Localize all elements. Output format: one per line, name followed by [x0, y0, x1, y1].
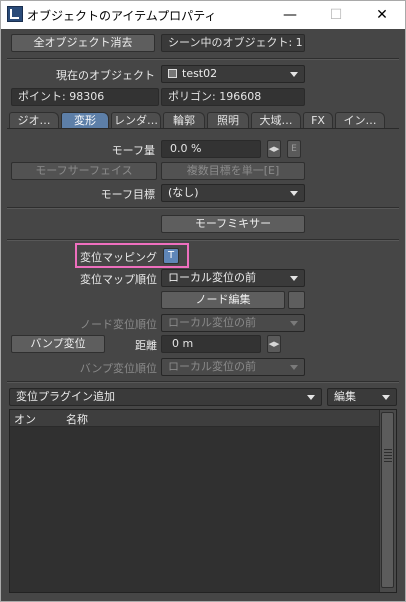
bump-displacement-button[interactable]: バンプ変位: [11, 335, 105, 353]
chevron-down-icon: [290, 365, 298, 370]
grip-line: [384, 449, 392, 450]
node-displacement-order-dropdown[interactable]: ローカル変位の前: [161, 314, 305, 332]
morph-surface-button[interactable]: モーフサーフェイス: [11, 162, 157, 180]
displacement-map-order-dropdown[interactable]: ローカル変位の前: [161, 269, 305, 287]
properties-window: オブジェクトのアイテムプロパティ — ☐ ✕ 全オブジェクト消去 シーン中のオブ…: [0, 0, 406, 602]
separator: [7, 207, 399, 209]
displacement-map-order-value: ローカル変位の前: [168, 271, 256, 284]
morph-amount-spinner[interactable]: ◀▶: [267, 140, 281, 158]
grip-line: [384, 461, 392, 462]
node-displacement-order-value: ローカル変位の前: [168, 316, 256, 329]
separator: [7, 381, 399, 383]
separator: [7, 58, 399, 60]
bump-displacement-order-value: ローカル変位の前: [168, 360, 256, 373]
chevron-down-icon: [290, 276, 298, 281]
tab-edges[interactable]: 輪郭: [163, 112, 205, 128]
tab-lights[interactable]: 照明: [207, 112, 249, 128]
object-icon: [168, 69, 177, 78]
edit-plugin-dropdown[interactable]: 編集: [327, 388, 397, 406]
chevron-down-icon: [290, 191, 298, 196]
morph-mixer-button[interactable]: モーフミキサー: [161, 215, 305, 233]
distance-spinner[interactable]: ◀▶: [267, 335, 281, 353]
displacement-map-order-label: 変位マップ順位: [80, 273, 157, 286]
node-enable-checkbox[interactable]: [288, 291, 305, 309]
separator: [7, 239, 399, 241]
multi-target-single-button[interactable]: 複数目標を単一[E]: [161, 162, 305, 180]
tab-global[interactable]: 大域…: [251, 112, 301, 128]
distance-label: 距離: [135, 339, 157, 352]
current-object-dropdown[interactable]: test02: [161, 65, 305, 83]
tab-geometry[interactable]: ジオ…: [9, 112, 59, 128]
displacement-mapping-label: 変位マッピング: [80, 251, 157, 264]
chevron-down-icon: [290, 321, 298, 326]
morph-amount-label: モーフ量: [111, 144, 155, 157]
maximize-button[interactable]: ☐: [313, 1, 359, 29]
window-title: オブジェクトのアイテムプロパティ: [27, 9, 217, 23]
title-bar: オブジェクトのアイテムプロパティ — ☐ ✕: [1, 1, 405, 29]
edit-plugin-label: 編集: [334, 390, 356, 403]
plugin-list[interactable]: オン 名称: [9, 409, 397, 593]
node-displacement-order-label: ノード変位順位: [80, 318, 157, 331]
tab-instance[interactable]: イン…: [335, 112, 385, 128]
chevron-down-icon: [307, 395, 315, 400]
minimize-button[interactable]: —: [267, 1, 313, 29]
add-displacement-plugin-label: 変位プラグイン追加: [16, 390, 115, 403]
distance-input[interactable]: 0 m: [161, 335, 261, 353]
column-name[interactable]: 名称: [66, 411, 88, 427]
morph-target-dropdown[interactable]: (なし): [161, 184, 305, 202]
bump-displacement-order-dropdown[interactable]: ローカル変位の前: [161, 358, 305, 376]
scene-objects-count: シーン中のオブジェクト: 1: [161, 34, 305, 52]
tab-fx[interactable]: FX: [303, 112, 333, 128]
tab-deform[interactable]: 変形: [61, 112, 109, 128]
bump-displacement-order-label: バンプ変位順位: [79, 362, 157, 375]
app-icon: [7, 6, 23, 22]
column-on[interactable]: オン: [14, 411, 36, 427]
scrollbar-thumb[interactable]: [381, 412, 394, 588]
close-button[interactable]: ✕: [359, 1, 405, 29]
point-count: ポイント: 98306: [11, 88, 159, 106]
grip-line: [384, 455, 392, 456]
morph-target-value: (なし): [168, 186, 199, 199]
clear-all-objects-button[interactable]: 全オブジェクト消去: [11, 34, 155, 52]
chevron-down-icon: [382, 395, 390, 400]
tab-render[interactable]: レンダ…: [111, 112, 161, 128]
current-object-value: test02: [182, 67, 218, 80]
polygon-count: ポリゴン: 196608: [161, 88, 305, 106]
displacement-texture-button[interactable]: T: [163, 248, 179, 264]
current-object-label: 現在のオブジェクト: [56, 69, 155, 82]
grip-line: [384, 452, 392, 453]
node-edit-button[interactable]: ノード編集: [161, 291, 285, 309]
plugin-list-header: オン 名称: [10, 410, 380, 427]
plugin-list-scrollbar[interactable]: [379, 410, 396, 592]
morph-amount-input[interactable]: 0.0 %: [161, 140, 261, 158]
grip-line: [384, 458, 392, 459]
chevron-down-icon: [290, 72, 298, 77]
morph-envelope-button[interactable]: E: [287, 140, 301, 158]
morph-target-label: モーフ目標: [100, 188, 155, 201]
tab-strip-border: [7, 128, 399, 129]
add-displacement-plugin-dropdown[interactable]: 変位プラグイン追加: [9, 388, 322, 406]
